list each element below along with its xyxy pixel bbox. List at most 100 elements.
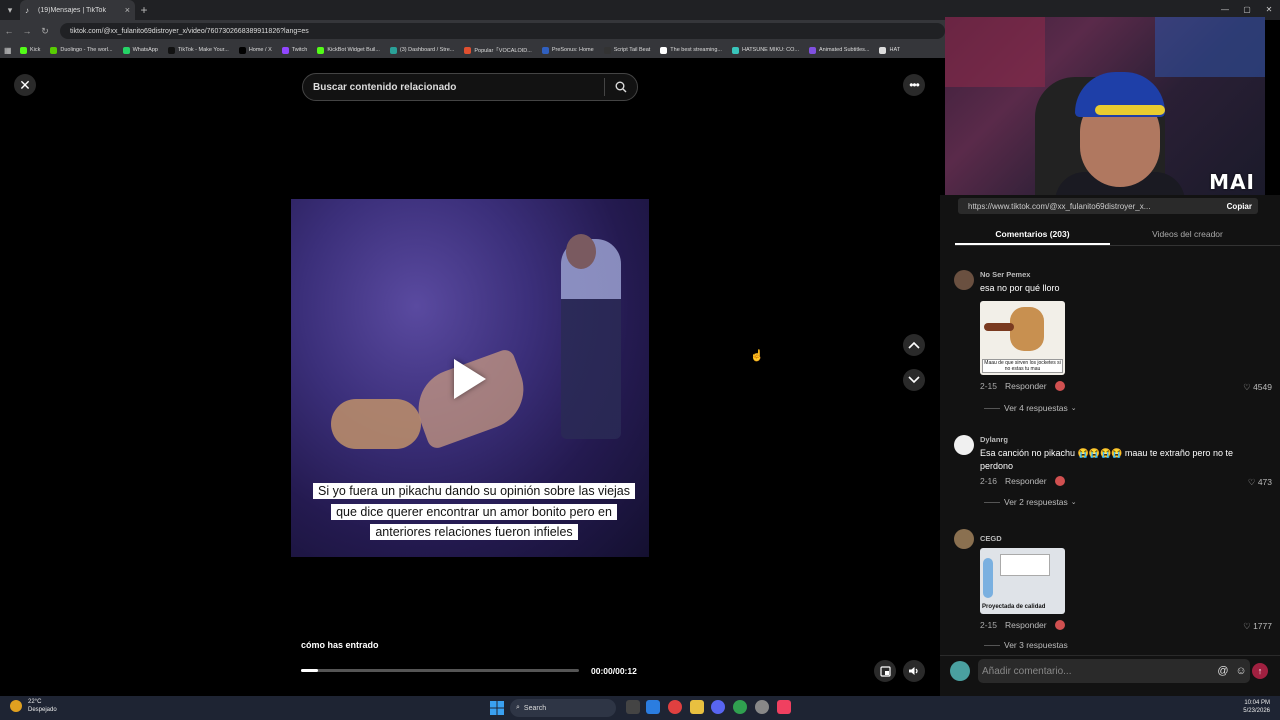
comment-item: Dylanrg Esa canción no pikachu 😭😭😭😭 maau… (954, 435, 1276, 510)
video-player[interactable]: Si yo fuera un pikachu dando su opinión … (291, 199, 649, 557)
reply-button[interactable]: Responder (1005, 620, 1047, 630)
url-field[interactable]: tiktok.com/@xx_fulanito69distroyer_x/vid… (60, 23, 945, 39)
search-icon[interactable] (605, 81, 637, 93)
close-video-button[interactable]: ✕ (14, 74, 36, 96)
bookmark-item[interactable]: Duolingo - The worl... (50, 46, 113, 54)
settings-icon[interactable] (755, 700, 769, 714)
video-caption: Si yo fuera un pikachu dando su opinión … (313, 481, 636, 543)
search-input[interactable] (313, 81, 604, 93)
tab-creator-videos[interactable]: Videos del creador (1110, 224, 1265, 245)
bookmark-item[interactable]: HATSUNE MIKU: CO... (731, 46, 800, 54)
clock-time: 10:04 PM (1244, 700, 1270, 706)
comment-likes[interactable]: ♡ 1777 (1243, 621, 1272, 632)
bookmark-item[interactable]: KickBot Widget Buil... (317, 46, 380, 54)
comment-likes[interactable]: ♡ 473 (1248, 477, 1272, 488)
view-replies-button[interactable]: Ver 2 respuestas ⌄ (984, 497, 1077, 507)
more-options-icon[interactable]: ••• (903, 74, 925, 96)
hand-cursor-icon: ☝ (750, 350, 764, 362)
bookmark-item[interactable]: Script Tail Beat (603, 46, 650, 54)
bookmark-favicon-icon (167, 46, 175, 54)
view-replies-button[interactable]: Ver 3 respuestas (984, 640, 1068, 649)
avatar[interactable] (954, 529, 974, 549)
url-text: tiktok.com/@xx_fulanito69distroyer_x/vid… (70, 27, 309, 35)
app-icon[interactable] (646, 700, 660, 714)
music-app-icon[interactable] (777, 700, 791, 714)
forward-icon[interactable]: → (18, 26, 36, 36)
bookmark-item[interactable]: Kick (20, 46, 40, 54)
bookmark-item[interactable]: (3) Dashboard / Stre... (389, 46, 454, 54)
bookmark-label: HATSUNE MIKU: CO... (741, 47, 800, 53)
back-icon[interactable]: ← (0, 26, 18, 36)
emoji-icon[interactable]: ☺ (1232, 665, 1250, 677)
bookmark-item[interactable]: Twitch (281, 46, 307, 54)
share-link-row: https://www.tiktok.com/@xx_fulanito69dis… (958, 198, 1258, 214)
bookmark-label: Popular「VOCALOID... (474, 48, 532, 54)
file-explorer-icon[interactable] (690, 700, 704, 714)
app-icon[interactable] (668, 700, 682, 714)
add-comment-input[interactable] (982, 665, 1214, 677)
comment-image[interactable]: Maau de que sirven los jocketes si no es… (980, 301, 1065, 375)
copy-link-button[interactable]: Copiar (1227, 202, 1258, 211)
previous-video-button[interactable] (903, 334, 925, 356)
bookmark-item[interactable]: Animated Subtitles... (809, 46, 869, 54)
bookmark-label: KickBot Widget Buil... (327, 47, 380, 53)
bookmark-favicon-icon (541, 46, 549, 54)
bookmark-favicon-icon (809, 46, 817, 54)
new-tab-button[interactable]: + (135, 3, 153, 17)
bookmark-favicon-icon (731, 46, 739, 54)
weather-widget[interactable]: 22°C Despejado (10, 698, 57, 714)
video-progress-bar[interactable] (301, 669, 579, 672)
comment-likes[interactable]: ♡ 4549 (1243, 382, 1272, 393)
bookmark-item[interactable]: The best streaming... (660, 46, 722, 54)
bookmark-item[interactable]: HAT (879, 46, 900, 54)
windows-start-icon[interactable] (489, 700, 505, 716)
view-replies-label: Ver 3 respuestas (1004, 640, 1068, 649)
bookmark-item[interactable]: Popular「VOCALOID... (464, 46, 532, 54)
avatar[interactable] (954, 270, 974, 290)
task-view-icon[interactable] (626, 700, 640, 714)
comment-user[interactable]: No Ser Pemex (980, 270, 1030, 279)
creator-liked-icon (1054, 620, 1065, 630)
reply-button[interactable]: Responder (1005, 381, 1047, 391)
bookmark-item[interactable]: PreSonus: Home (541, 46, 594, 54)
close-tab-icon[interactable]: × (125, 5, 130, 15)
floating-player-icon[interactable] (874, 660, 896, 682)
chevron-down-icon: ⌄ (1070, 499, 1077, 506)
bookmark-favicon-icon (389, 46, 397, 54)
reply-button[interactable]: Responder (1005, 476, 1047, 486)
comment-text: esa no por qué lloro (980, 283, 1060, 293)
tab-comments[interactable]: Comentarios (203) (955, 224, 1110, 245)
search-icon: ⌕ (516, 704, 520, 711)
system-clock[interactable]: 10:04 PM 5/23/2026 (1243, 699, 1270, 715)
avatar[interactable] (954, 435, 974, 455)
bookmark-favicon-icon (317, 46, 325, 54)
comment-text: Esa canción no pikachu 😭😭😭😭 maau te extr… (980, 448, 1233, 471)
chrome-icon[interactable] (733, 700, 747, 714)
bookmark-favicon-icon (122, 46, 130, 54)
panel-tabs: Comentarios (203) Videos del creador (955, 224, 1280, 246)
send-comment-button[interactable]: ↑ (1252, 663, 1268, 679)
taskbar-search[interactable]: ⌕ Search (510, 699, 616, 717)
bookmark-label: PreSonus: Home (551, 47, 594, 53)
mention-icon[interactable]: @ (1214, 665, 1232, 677)
browser-tab-active[interactable]: ♪ (19)Mensajes | TikTok × (20, 0, 135, 20)
comment-date: 2-15 (980, 381, 998, 391)
comment-user[interactable]: Dylanrg (980, 435, 1008, 444)
comment-image[interactable]: Proyectada de calidad (980, 548, 1065, 614)
bookmark-item[interactable]: TikTok - Make Your... (167, 46, 229, 54)
apps-grid-icon[interactable]: ▦ (4, 46, 12, 55)
view-replies-button[interactable]: Ver 4 respuestas ⌄ (984, 403, 1077, 413)
comment-user[interactable]: CEGD (980, 534, 1002, 543)
volume-icon[interactable] (903, 660, 925, 682)
reload-icon[interactable]: ↻ (36, 26, 54, 37)
bookmark-favicon-icon (879, 46, 887, 54)
next-video-button[interactable] (903, 369, 925, 391)
creator-liked-icon (1054, 476, 1065, 486)
bookmark-item[interactable]: Home / X (238, 46, 272, 54)
bookmark-item[interactable]: WhatsApp (122, 46, 158, 54)
bookmark-favicon-icon (603, 46, 611, 54)
play-icon[interactable] (454, 359, 486, 399)
tab-list-icon[interactable]: ▾ (0, 0, 20, 20)
weather-icon (10, 700, 22, 712)
discord-icon[interactable] (711, 700, 725, 714)
